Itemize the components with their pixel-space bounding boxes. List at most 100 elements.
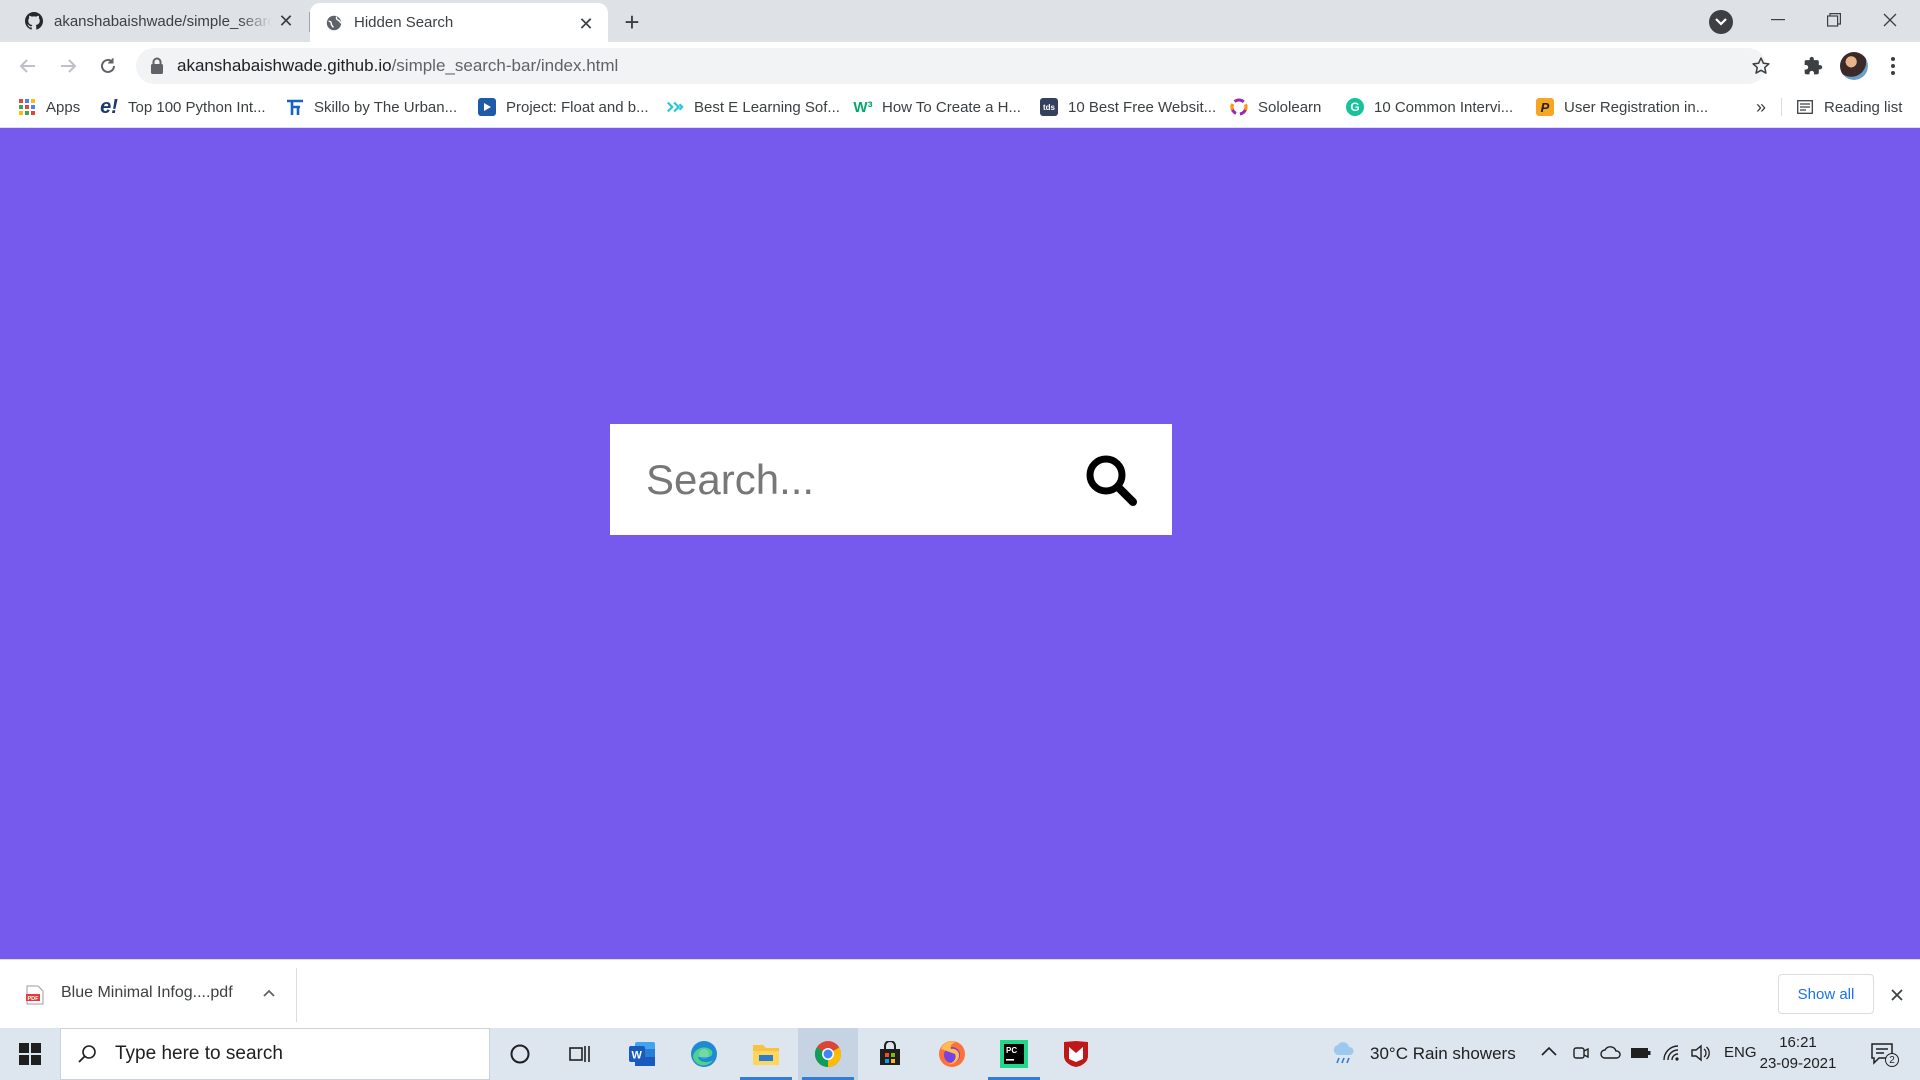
battery-icon[interactable] bbox=[1630, 1046, 1654, 1062]
reading-list-label: Reading list bbox=[1824, 98, 1903, 116]
chrome-app[interactable] bbox=[798, 1028, 858, 1080]
chrome-icon bbox=[814, 1041, 842, 1068]
profile-avatar[interactable] bbox=[1840, 52, 1868, 80]
download-file-name[interactable]: Blue Minimal Infog....pdf bbox=[61, 984, 233, 1002]
pycharm-icon: PC bbox=[1000, 1040, 1028, 1068]
task-view-icon bbox=[569, 1046, 590, 1062]
back-button[interactable] bbox=[12, 50, 44, 82]
search-input[interactable] bbox=[644, 450, 1044, 510]
firefox-app[interactable] bbox=[922, 1028, 982, 1080]
bookmark-label: Sololearn bbox=[1258, 98, 1322, 116]
tab-title: Hidden Search bbox=[354, 14, 454, 31]
cortana-button[interactable] bbox=[490, 1028, 550, 1080]
mcafee-app[interactable] bbox=[1046, 1028, 1106, 1080]
windows-start-button[interactable] bbox=[0, 1028, 60, 1080]
bookmark-label: Skillo by The Urban... bbox=[314, 98, 458, 116]
bookmark-elearning[interactable]: Best E Learning Sof... bbox=[666, 94, 840, 120]
bookmarks-divider bbox=[1781, 98, 1782, 116]
clock-time: 16:21 bbox=[1779, 1034, 1817, 1051]
svg-text:PDF: PDF bbox=[28, 996, 40, 1002]
w3-icon: W³ bbox=[853, 98, 873, 116]
bookmark-apps[interactable]: Apps bbox=[18, 94, 80, 120]
svg-text:PC: PC bbox=[1006, 1046, 1017, 1055]
tab-github[interactable]: akanshabaishwade/simple_search-bar ✕ bbox=[0, 0, 308, 42]
close-tab-icon[interactable]: ✕ bbox=[576, 14, 596, 34]
word-app[interactable]: W bbox=[612, 1028, 672, 1080]
sololearn-icon bbox=[1230, 98, 1248, 116]
store-bag-icon bbox=[880, 1041, 900, 1065]
weather-rain-icon[interactable] bbox=[1330, 1040, 1356, 1066]
tds-icon: tds bbox=[1040, 98, 1058, 116]
search-button[interactable] bbox=[1078, 447, 1144, 513]
pycharm-app[interactable]: PC bbox=[984, 1028, 1044, 1080]
bookmark-w3[interactable]: W³ How To Create a H... bbox=[853, 94, 1021, 120]
play-icon bbox=[478, 98, 496, 116]
bookmarks-overflow-button[interactable]: » bbox=[1756, 94, 1766, 120]
globe-icon bbox=[324, 13, 344, 33]
onedrive-cloud-icon[interactable] bbox=[1600, 1044, 1622, 1064]
chevron-up-icon[interactable] bbox=[258, 982, 280, 1004]
svg-text:W: W bbox=[632, 1050, 643, 1062]
bookmark-label: User Registration in... bbox=[1564, 98, 1709, 116]
bookmark-star-icon[interactable] bbox=[1748, 53, 1774, 79]
bookmark-sololearn[interactable]: Sololearn bbox=[1230, 94, 1321, 120]
task-view-button[interactable] bbox=[550, 1028, 610, 1080]
bookmark-label: Apps bbox=[46, 98, 81, 116]
bookmark-python[interactable]: e! Top 100 Python Int... bbox=[100, 94, 266, 120]
notification-count-badge: 2 bbox=[1885, 1053, 1899, 1067]
bookmark-tds[interactable]: tds 10 Best Free Websit... bbox=[1040, 94, 1216, 120]
store-app[interactable] bbox=[860, 1028, 920, 1080]
volume-icon[interactable] bbox=[1690, 1044, 1712, 1064]
weather-text[interactable]: 30°C Rain showers bbox=[1370, 1028, 1516, 1080]
close-downloads-icon[interactable] bbox=[1884, 982, 1910, 1008]
word-icon: W bbox=[629, 1042, 655, 1066]
close-window-button[interactable] bbox=[1862, 0, 1918, 40]
bookmark-label: Best E Learning Sof... bbox=[694, 98, 840, 116]
page-viewport bbox=[0, 128, 1920, 959]
bookmark-label: Top 100 Python Int... bbox=[128, 98, 266, 116]
wifi-icon[interactable] bbox=[1662, 1044, 1684, 1064]
language-indicator[interactable]: ENG bbox=[1724, 1044, 1757, 1061]
lock-icon[interactable] bbox=[150, 57, 164, 75]
download-separator bbox=[296, 968, 297, 1022]
pdf-file-icon: PDF bbox=[26, 985, 44, 1005]
firefox-icon bbox=[939, 1041, 965, 1067]
notifications-button[interactable]: 2 bbox=[1868, 1040, 1899, 1068]
forward-button[interactable] bbox=[52, 50, 84, 82]
github-icon bbox=[24, 11, 44, 31]
search-icon bbox=[1086, 455, 1137, 506]
minimize-button[interactable] bbox=[1750, 0, 1806, 40]
new-tab-button[interactable]: + bbox=[618, 7, 646, 37]
search-icon bbox=[78, 1045, 96, 1063]
tab-title: akanshabaishwade/simple_search-bar bbox=[54, 12, 272, 30]
windows-logo-icon bbox=[19, 1043, 41, 1065]
url-text[interactable]: akanshabaishwade.github.io/simple_search… bbox=[177, 55, 618, 77]
chevron-up-icon[interactable] bbox=[1540, 1044, 1560, 1064]
apps-grid-icon bbox=[18, 98, 36, 116]
bookmark-skillo[interactable]: Skillo by The Urban... bbox=[286, 94, 457, 120]
url-path: /simple_search-bar/index.html bbox=[391, 56, 619, 75]
file-explorer-app[interactable] bbox=[736, 1028, 796, 1080]
taskbar-clock[interactable]: 16:21 23-09-2021 bbox=[1756, 1032, 1840, 1074]
edureka-icon: e! bbox=[100, 95, 118, 118]
edge-app[interactable] bbox=[674, 1028, 734, 1080]
meet-now-icon[interactable] bbox=[1572, 1044, 1592, 1064]
close-tab-icon[interactable]: ✕ bbox=[276, 11, 296, 31]
bookmark-project[interactable]: Project: Float and b... bbox=[478, 94, 649, 120]
extensions-puzzle-icon[interactable] bbox=[1800, 53, 1826, 79]
bookmark-label: Project: Float and b... bbox=[506, 98, 649, 116]
tab-search-icon[interactable] bbox=[1709, 10, 1733, 34]
clock-date: 23-09-2021 bbox=[1759, 1055, 1837, 1072]
tab-hidden-search[interactable]: Hidden Search ✕ bbox=[310, 3, 608, 42]
bookmark-registration[interactable]: P User Registration in... bbox=[1536, 94, 1708, 120]
restore-button[interactable] bbox=[1806, 0, 1862, 40]
show-all-downloads-button[interactable]: Show all bbox=[1778, 974, 1874, 1014]
reload-button[interactable] bbox=[92, 50, 124, 82]
bookmark-label: 10 Common Intervi... bbox=[1374, 98, 1514, 116]
bookmark-interview[interactable]: G 10 Common Intervi... bbox=[1346, 94, 1513, 120]
cortana-circle-icon bbox=[510, 1044, 530, 1064]
taskbar-search-box[interactable]: Type here to search bbox=[60, 1028, 490, 1080]
bookmark-label: 10 Best Free Websit... bbox=[1068, 98, 1217, 116]
reading-list-button[interactable]: Reading list bbox=[1796, 94, 1902, 120]
browser-menu-icon[interactable] bbox=[1880, 53, 1906, 79]
